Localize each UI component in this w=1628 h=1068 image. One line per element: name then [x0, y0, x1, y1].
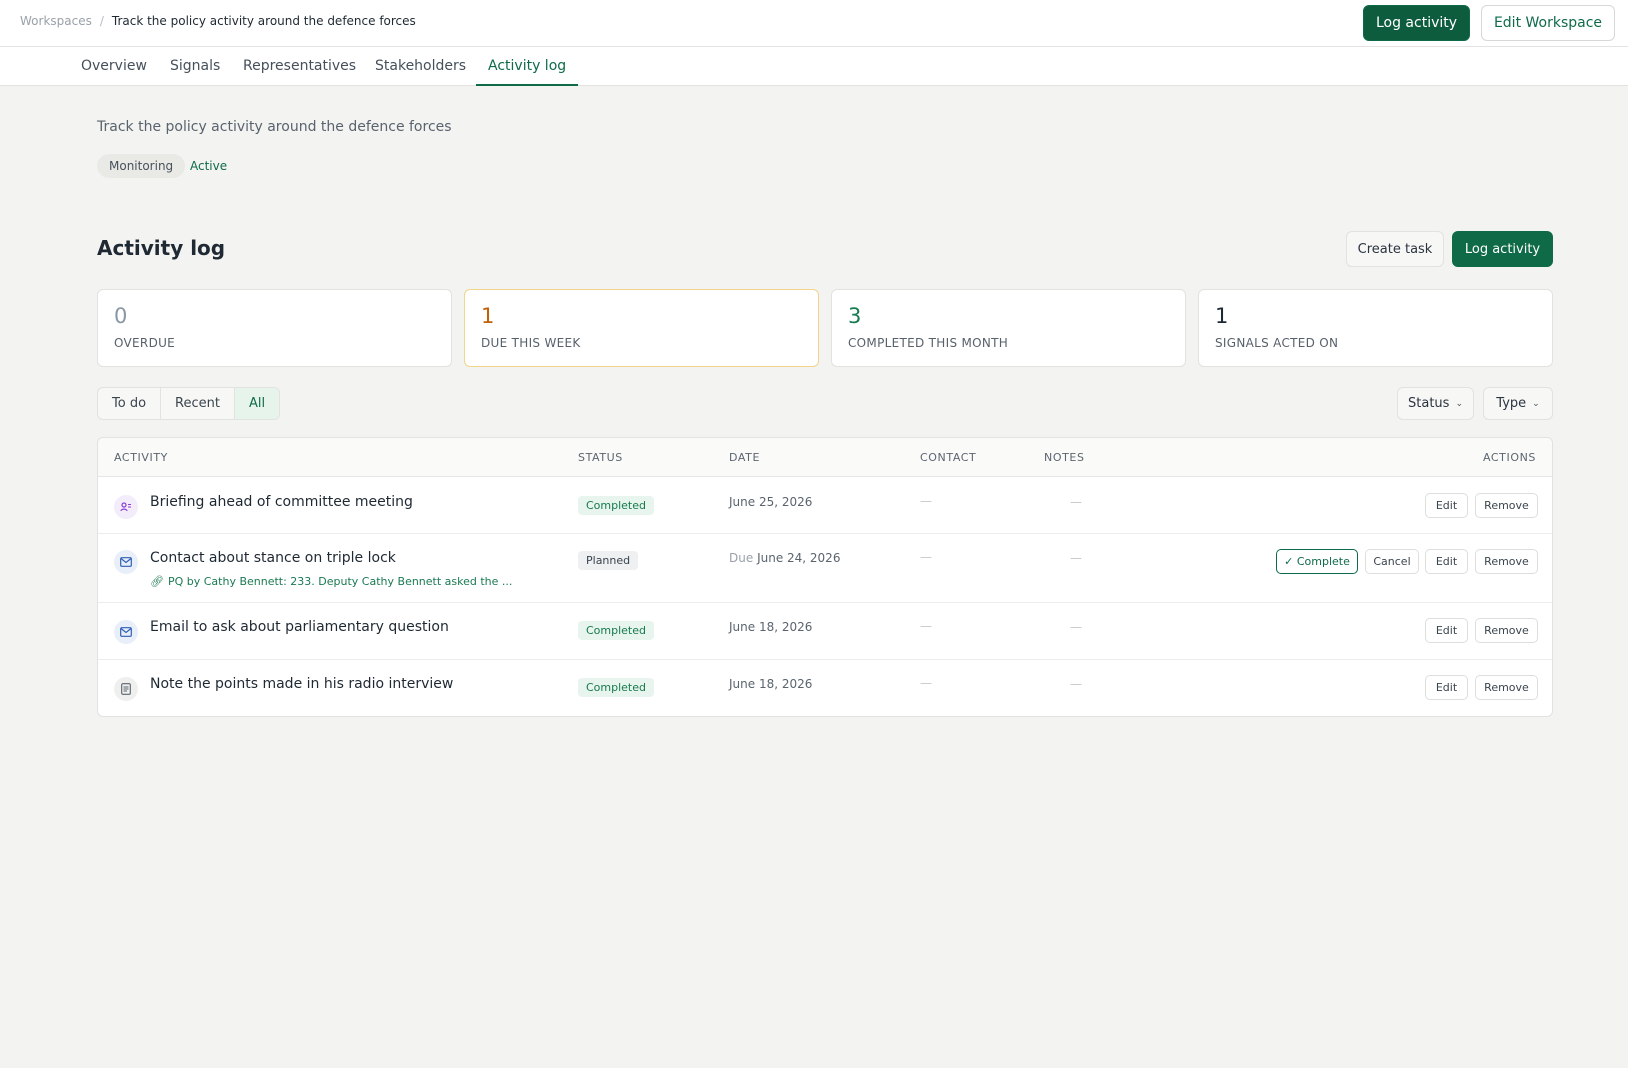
- create-task-button[interactable]: Create task: [1346, 231, 1444, 267]
- table-header: ACTIVITY STATUS DATE CONTACT NOTES ACTIO…: [98, 438, 1552, 477]
- contact-value: —: [920, 676, 932, 690]
- stat-completed-this-month: 3 COMPLETED THIS MONTH: [831, 289, 1186, 367]
- filter-recent[interactable]: Recent: [161, 388, 235, 419]
- status-badge: Completed: [578, 621, 654, 640]
- linked-signal-text: PQ by Cathy Bennett: 233. Deputy Cathy B…: [167, 575, 513, 588]
- complete-button[interactable]: ✓ Complete: [1276, 549, 1358, 574]
- view-filter: To do Recent All: [97, 387, 281, 420]
- activity-date: June 25, 2026: [729, 495, 813, 509]
- stat-due-this-week: 1 DUE THIS WEEK: [464, 289, 819, 367]
- header-log-activity-button[interactable]: Log activity: [1363, 5, 1470, 41]
- status-dropdown[interactable]: Status ⌄: [1397, 387, 1474, 420]
- note-icon: [114, 677, 138, 701]
- stat-label: DUE THIS WEEK: [481, 336, 581, 350]
- email-icon: [114, 620, 138, 644]
- breadcrumb-separator: /: [99, 14, 104, 28]
- workspace-description: Track the policy activity around the def…: [97, 119, 452, 135]
- edit-button[interactable]: Edit: [1425, 618, 1468, 643]
- activity-title[interactable]: Briefing ahead of committee meeting: [150, 494, 413, 510]
- column-notes: NOTES: [1044, 451, 1085, 464]
- breadcrumb: Workspaces / Track the policy activity a…: [20, 14, 416, 28]
- meeting-icon: [114, 495, 138, 519]
- status-badge: Completed: [578, 678, 654, 697]
- link-icon: 🔗︎: [150, 575, 164, 588]
- contact-value: —: [920, 550, 932, 564]
- notes-value: —: [1070, 551, 1082, 565]
- stat-value: 1: [1215, 304, 1229, 328]
- contact-value: —: [920, 619, 932, 633]
- stat-label: SIGNALS ACTED ON: [1215, 336, 1339, 350]
- table-row: Contact about stance on triple lock 🔗︎ P…: [98, 534, 1552, 603]
- section-title: Activity log: [97, 236, 226, 260]
- type-dropdown[interactable]: Type ⌄: [1483, 387, 1553, 420]
- remove-button[interactable]: Remove: [1475, 675, 1538, 700]
- activity-table: ACTIVITY STATUS DATE CONTACT NOTES ACTIO…: [97, 437, 1553, 717]
- filter-to-do[interactable]: To do: [98, 388, 162, 419]
- tag-monitoring: Monitoring: [97, 154, 186, 178]
- cancel-button[interactable]: Cancel: [1365, 549, 1419, 574]
- remove-button[interactable]: Remove: [1475, 493, 1538, 518]
- type-dropdown-label: Type: [1496, 396, 1527, 411]
- due-date: June 24, 2026: [757, 551, 841, 565]
- column-status: STATUS: [578, 451, 623, 464]
- edit-button[interactable]: Edit: [1425, 493, 1468, 518]
- tag-active: Active: [190, 159, 228, 173]
- tab-activity-log[interactable]: Activity log: [476, 47, 579, 86]
- table-row: Note the points made in his radio interv…: [98, 660, 1552, 716]
- table-row: Email to ask about parliamentary questio…: [98, 603, 1552, 660]
- tab-representatives[interactable]: Representatives: [231, 47, 368, 86]
- stat-value: 3: [848, 304, 862, 328]
- column-date: DATE: [729, 451, 761, 464]
- column-actions: ACTIONS: [1482, 451, 1536, 464]
- notes-value: —: [1070, 620, 1082, 634]
- edit-button[interactable]: Edit: [1425, 675, 1468, 700]
- activity-title[interactable]: Email to ask about parliamentary questio…: [150, 619, 449, 635]
- tab-signals[interactable]: Signals: [158, 47, 232, 86]
- tab-overview[interactable]: Overview: [69, 47, 159, 86]
- breadcrumb-root[interactable]: Workspaces: [20, 14, 92, 28]
- log-activity-button[interactable]: Log activity: [1452, 231, 1553, 267]
- activity-date: June 18, 2026: [729, 620, 813, 634]
- top-bar: Workspaces / Track the policy activity a…: [0, 0, 1628, 47]
- tab-bar: Overview Signals Representatives Stakeho…: [0, 47, 1628, 86]
- remove-button[interactable]: Remove: [1475, 618, 1538, 643]
- notes-value: —: [1070, 677, 1082, 691]
- due-prefix: Due: [729, 551, 754, 565]
- edit-workspace-button[interactable]: Edit Workspace: [1481, 5, 1615, 41]
- chevron-down-icon: ⌄: [1532, 398, 1540, 409]
- stat-signals-acted-on: 1 SIGNALS ACTED ON: [1198, 289, 1553, 367]
- stat-label: OVERDUE: [114, 336, 176, 350]
- status-dropdown-label: Status: [1408, 396, 1450, 411]
- breadcrumb-current: Track the policy activity around the def…: [111, 14, 416, 28]
- filter-all[interactable]: All: [234, 388, 280, 419]
- stat-value: 1: [481, 304, 495, 328]
- chevron-down-icon: ⌄: [1455, 398, 1463, 409]
- email-icon: [114, 550, 138, 574]
- activity-title[interactable]: Note the points made in his radio interv…: [150, 676, 453, 692]
- activity-date: Due June 24, 2026: [729, 551, 840, 565]
- status-badge: Completed: [578, 496, 654, 515]
- remove-button[interactable]: Remove: [1475, 549, 1538, 574]
- edit-button[interactable]: Edit: [1425, 549, 1468, 574]
- tab-stakeholders[interactable]: Stakeholders: [363, 47, 478, 86]
- status-badge: Planned: [578, 551, 639, 570]
- activity-date: June 18, 2026: [729, 677, 813, 691]
- stat-value: 0: [114, 304, 128, 328]
- notes-value: —: [1070, 495, 1082, 509]
- table-row: Briefing ahead of committee meeting Comp…: [98, 477, 1552, 534]
- column-activity: ACTIVITY: [114, 451, 168, 464]
- stat-overdue: 0 OVERDUE: [97, 289, 452, 367]
- contact-value: —: [920, 494, 932, 508]
- column-contact: CONTACT: [920, 451, 977, 464]
- stat-label: COMPLETED THIS MONTH: [848, 336, 1009, 350]
- linked-signal[interactable]: 🔗︎ PQ by Cathy Bennett: 233. Deputy Cath…: [150, 575, 512, 588]
- activity-title[interactable]: Contact about stance on triple lock: [150, 550, 396, 566]
